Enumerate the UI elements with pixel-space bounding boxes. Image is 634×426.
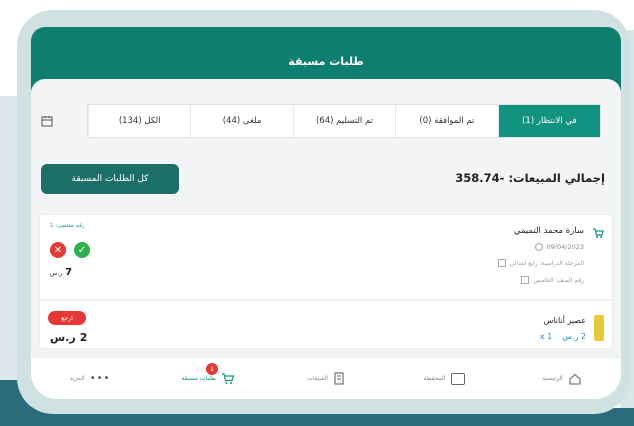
wallet-icon: [450, 372, 465, 385]
order-grade-text: رقم الصف: الخامس: [533, 276, 584, 284]
app-screen: طلبات مسبقة في الانتظار (1) تم الموافقة …: [31, 27, 621, 399]
nav-home-label: الرئيسية: [542, 375, 563, 382]
order-price-currency: ر.س: [50, 270, 63, 277]
reject-order-icon[interactable]: ✕: [50, 242, 66, 258]
sales-total-label: إجمالي المبيعات:: [508, 171, 605, 185]
status-tabs: في الانتظار (1) تم الموافقة (0) تم التسل…: [87, 104, 601, 138]
order-price: 7 ر.س: [50, 267, 72, 278]
home-icon: [569, 373, 581, 385]
preorders-badge: 1: [206, 363, 218, 375]
order-customer-name: سارة محمد التميمي: [513, 226, 584, 236]
order-price-value: 7: [65, 267, 73, 278]
sales-total: إجمالي المبيعات: -358.74: [455, 171, 605, 185]
bottom-navigation: الرئيسية المحفظة المبيعات 1 طلبات مسبقة …: [31, 357, 621, 399]
item-details: 2 ر.س 1 x: [540, 332, 586, 341]
cart-icon: [221, 373, 235, 384]
tab-all[interactable]: الكل (134): [87, 105, 190, 137]
nav-preorders[interactable]: 1 طلبات مسبقة: [149, 363, 267, 385]
nav-home[interactable]: الرئيسية: [503, 373, 621, 385]
juice-bottle-icon: [594, 315, 604, 341]
nav-sales[interactable]: المبيعات: [267, 372, 385, 385]
sales-total-value: -358.74: [455, 171, 505, 185]
more-icon: •••: [89, 373, 111, 384]
return-badge[interactable]: ارجع: [48, 311, 86, 325]
order-date: 09/04/2023: [534, 243, 584, 251]
order-ref: رقم مقتضى: 1: [50, 223, 85, 229]
order-stage-text: المرحلة الدراسية: رابع ابتدائي: [509, 259, 584, 267]
accept-order-icon[interactable]: ✓: [74, 242, 90, 258]
nav-more[interactable]: ••• المزيد: [31, 373, 149, 384]
clock-icon: [534, 243, 543, 251]
order-date-text: 09/04/2023: [546, 243, 584, 251]
nav-sales-label: المبيعات: [307, 375, 328, 382]
header-curve: [31, 79, 621, 103]
order-stage: المرحلة الدراسية: رابع ابتدائي: [497, 259, 584, 267]
school-icon: [497, 259, 506, 267]
tab-approved[interactable]: تم الموافقة (0): [395, 105, 497, 137]
class-icon: [521, 276, 530, 284]
item-price: 2 ر.س: [50, 331, 87, 344]
calendar-icon[interactable]: [41, 115, 53, 127]
order-grade: رقم الصف: الخامس: [521, 276, 584, 284]
tab-pending[interactable]: في الانتظار (1): [497, 105, 600, 137]
receipt-icon: [334, 372, 344, 385]
item-quantity: 1 x: [539, 332, 553, 341]
card-divider: [40, 299, 614, 301]
all-preorders-button[interactable]: كل الطلبات المسبقة: [41, 164, 179, 194]
item-price-value: 2: [79, 331, 88, 344]
nav-wallet[interactable]: المحفظة: [385, 372, 503, 385]
tab-cancelled[interactable]: ملغى (44): [190, 105, 292, 137]
tab-delivered[interactable]: تم التسليم (64): [292, 105, 395, 137]
nav-wallet-label: المحفظة: [423, 375, 446, 382]
page-title: طلبات مسبقة: [288, 54, 364, 68]
item-price-currency: ر.س: [50, 331, 76, 344]
orders-card: سارة محمد التميمي 09/04/2023 المرحلة الد…: [39, 214, 614, 349]
item-unit-price: 2 ر.س: [562, 332, 586, 341]
cart-icon: [593, 228, 604, 238]
item-name: عصير أناناس: [543, 316, 586, 325]
nav-preorders-label: طلبات مسبقة: [181, 375, 216, 382]
nav-more-label: المزيد: [69, 375, 85, 382]
